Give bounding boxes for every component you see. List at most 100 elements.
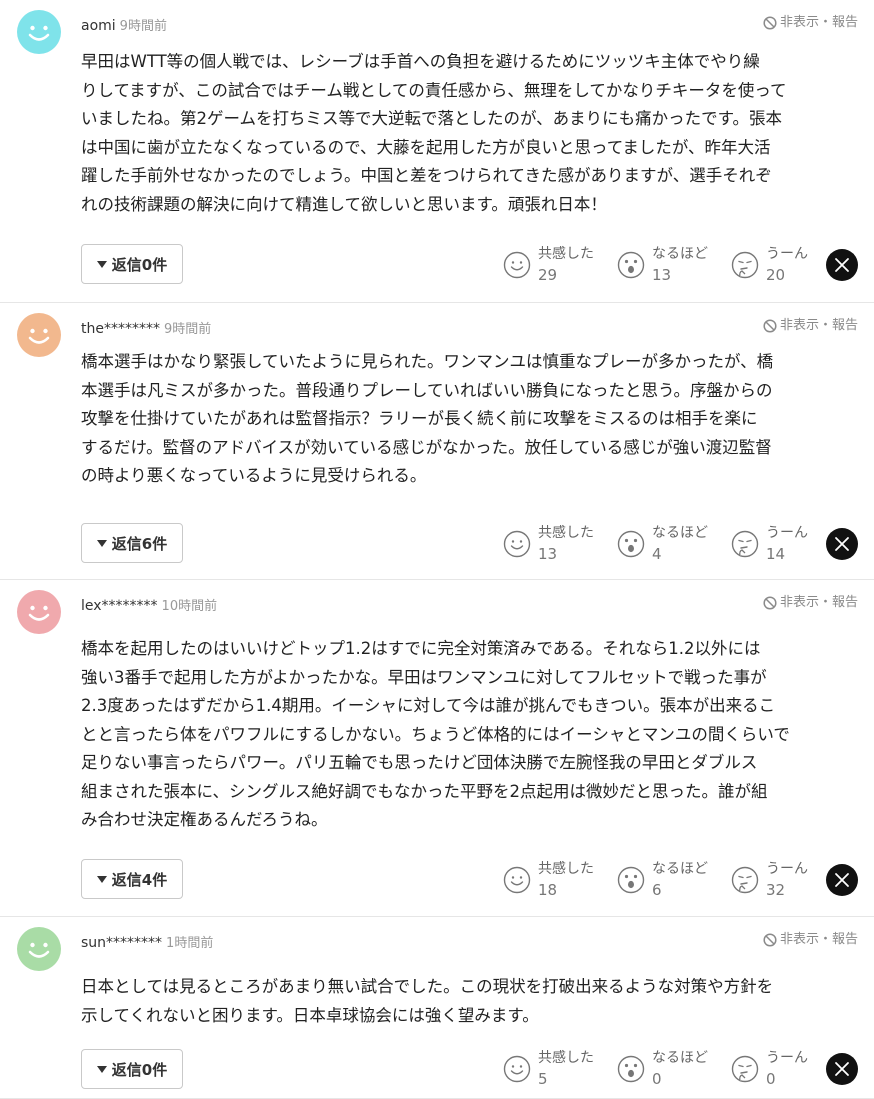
smile-face-icon	[502, 529, 532, 559]
hmm-count: 0	[766, 1070, 776, 1088]
empathy-label: 共感した	[538, 246, 594, 262]
comment-text-line: み合わせ決定権あるんだろうね。	[81, 810, 328, 829]
comment-text-line: 示してくれないと困ります。日本卓球協会には強く望みます。	[81, 1005, 539, 1025]
comment-text-line: 橋本を起用したのはいいけどトップ1.2はすでに完全対策済みである。それなら1.2…	[81, 639, 761, 658]
no-entry-icon	[763, 319, 777, 333]
empathy-label: 共感した	[538, 1050, 594, 1066]
avatar[interactable]	[17, 313, 61, 357]
reaction-bar: 共感した 18 なるほど 6 うーん 32	[502, 859, 858, 901]
empathy-text: 共感した 5	[538, 1048, 594, 1090]
empathy-text: 共感した 18	[538, 859, 594, 901]
empathy-text: 共感した 13	[538, 523, 594, 565]
replies-toggle-button[interactable]: 返信0件	[81, 244, 183, 284]
x-logo-icon	[834, 1061, 850, 1077]
insight-count: 0	[652, 1070, 662, 1088]
replies-toggle-button[interactable]: 返信6件	[81, 523, 183, 563]
comment-body: 日本としては見るところがあまり無い試合でした。この現状を打破出来るような対策や方…	[81, 973, 859, 1030]
surprised-face-icon	[616, 250, 646, 280]
hmm-label: うーん	[766, 246, 808, 262]
comment-text-line: 組まされた張本に、シングルス絶好調でもなかった平野を2点起用は微妙だと思った。誰…	[81, 781, 768, 801]
empathy-button[interactable]: 共感した 18	[502, 859, 616, 901]
insight-count: 6	[652, 881, 662, 899]
hmm-count: 14	[766, 545, 786, 563]
replies-label: 返信0件	[111, 1060, 168, 1079]
share-x-button[interactable]	[826, 528, 858, 560]
hmm-label: うーん	[766, 1050, 808, 1066]
insight-text: なるほど 6	[652, 859, 708, 901]
hide-report-label: 非表示・報告	[779, 318, 858, 333]
comment-item: aomi 9時間前 非表示・報告早田はWTT等の個人戦では、レシーブは手首への負担を…	[0, 0, 874, 303]
surprised-face-icon	[616, 1054, 646, 1084]
insight-label: なるほど	[652, 525, 708, 541]
insight-button[interactable]: なるほど 0	[616, 1048, 730, 1090]
timestamp: 9時間前	[163, 322, 212, 337]
comment-text-line: 日本としては見るところがあまり無い試合でした。この現状を打破出来るような対策や方…	[81, 977, 774, 996]
comment-text-line: 橋本選手はかなり緊張していたように見られた。ワンマンユは慎重なプレーが多かったが…	[81, 352, 774, 371]
hide-report-button[interactable]: 非表示・報告	[763, 594, 858, 612]
comment-text-line: いましたね。第2ゲームを打ちミス等で大逆転で落としたのが、あまりにも痛かったです…	[81, 109, 783, 128]
comment-text-line: は中国に歯が立たなくなっているので、大藤を起用した方が良いと思ってましたが、昨年…	[81, 137, 771, 157]
empathy-text: 共感した 29	[538, 244, 594, 286]
comment-text-line: とと言ったら体をパワフルにするしかない。ちょうど体格的にはイーシャとマンユの間く…	[81, 724, 790, 744]
comment-item: the******** 9時間前 非表示・報告橋本選手はかなり緊張していたように見ら…	[0, 303, 874, 580]
thinking-face-icon	[730, 865, 760, 895]
comment-body: 橋本を起用したのはいいけどトップ1.2はすでに完全対策済みである。それなら1.2…	[81, 635, 859, 835]
empathy-count: 18	[538, 881, 558, 899]
username[interactable]: the********	[81, 321, 160, 337]
triangle-down-icon	[96, 1065, 107, 1073]
username[interactable]: sun********	[81, 935, 162, 951]
insight-text: なるほど 4	[652, 523, 708, 565]
hide-report-button[interactable]: 非表示・報告	[763, 14, 858, 32]
insight-count: 4	[652, 545, 662, 563]
replies-toggle-button[interactable]: 返信4件	[81, 859, 183, 899]
avatar[interactable]	[17, 10, 61, 54]
thinking-face-icon	[730, 529, 760, 559]
triangle-down-icon	[96, 539, 107, 547]
insight-button[interactable]: なるほど 13	[616, 244, 730, 286]
empathy-button[interactable]: 共感した 5	[502, 1048, 616, 1090]
share-x-button[interactable]	[826, 864, 858, 896]
comment-text-line: の時より悪くなっているように見受けられる。	[81, 466, 427, 485]
insight-count: 13	[652, 266, 672, 284]
hmm-text: うーん 14	[766, 523, 808, 565]
comment-body: 早田はWTT等の個人戦では、レシーブは手首への負担を避けるためにツッツキ主体でや…	[81, 48, 859, 219]
hide-report-label: 非表示・報告	[779, 595, 858, 610]
empathy-button[interactable]: 共感した 29	[502, 244, 616, 286]
replies-label: 返信4件	[111, 870, 168, 889]
comment-text-line: するだけ。監督のアドバイスが効いている感じがなかった。放任している感じが強い渡辺…	[81, 437, 772, 457]
reaction-bar: 共感した 13 なるほど 4 うーん 14	[502, 523, 858, 565]
hide-report-label: 非表示・報告	[779, 15, 858, 30]
empathy-button[interactable]: 共感した 13	[502, 523, 616, 565]
replies-toggle-button[interactable]: 返信0件	[81, 1049, 183, 1089]
hide-report-button[interactable]: 非表示・報告	[763, 931, 858, 949]
reaction-bar: 共感した 5 なるほど 0 うーん 0	[502, 1048, 858, 1090]
insight-button[interactable]: なるほど 6	[616, 859, 730, 901]
share-x-button[interactable]	[826, 1053, 858, 1085]
insight-label: なるほど	[652, 246, 708, 262]
x-logo-icon	[834, 872, 850, 888]
empathy-label: 共感した	[538, 861, 594, 877]
smile-face-icon	[502, 865, 532, 895]
insight-text: なるほど 0	[652, 1048, 708, 1090]
comment-meta: aomi 9時間前	[81, 16, 167, 37]
hide-report-button[interactable]: 非表示・報告	[763, 317, 858, 335]
avatar[interactable]	[17, 927, 61, 971]
hmm-text: うーん 0	[766, 1048, 808, 1090]
no-entry-icon	[763, 16, 777, 30]
thinking-face-icon	[730, 250, 760, 280]
avatar[interactable]	[17, 590, 61, 634]
empathy-count: 29	[538, 266, 558, 284]
triangle-down-icon	[96, 875, 107, 883]
reaction-bar: 共感した 29 なるほど 13 うーん 20	[502, 244, 858, 286]
share-x-button[interactable]	[826, 249, 858, 281]
empathy-count: 5	[538, 1070, 548, 1088]
timestamp: 10時間前	[161, 599, 218, 614]
surprised-face-icon	[616, 529, 646, 559]
username[interactable]: lex********	[81, 598, 158, 614]
replies-label: 返信0件	[111, 255, 168, 274]
hmm-count: 20	[766, 266, 786, 284]
comment-text-line: 躍した手前外せなかったのでしょう。中国と差をつけられてきた感がありますが、選手そ…	[81, 166, 772, 185]
comment-text-line: 強い3番手で起用した方がよかったかな。早田はワンマンユに対してフルセットで戦った…	[81, 667, 767, 687]
username[interactable]: aomi	[81, 18, 116, 34]
insight-button[interactable]: なるほど 4	[616, 523, 730, 565]
